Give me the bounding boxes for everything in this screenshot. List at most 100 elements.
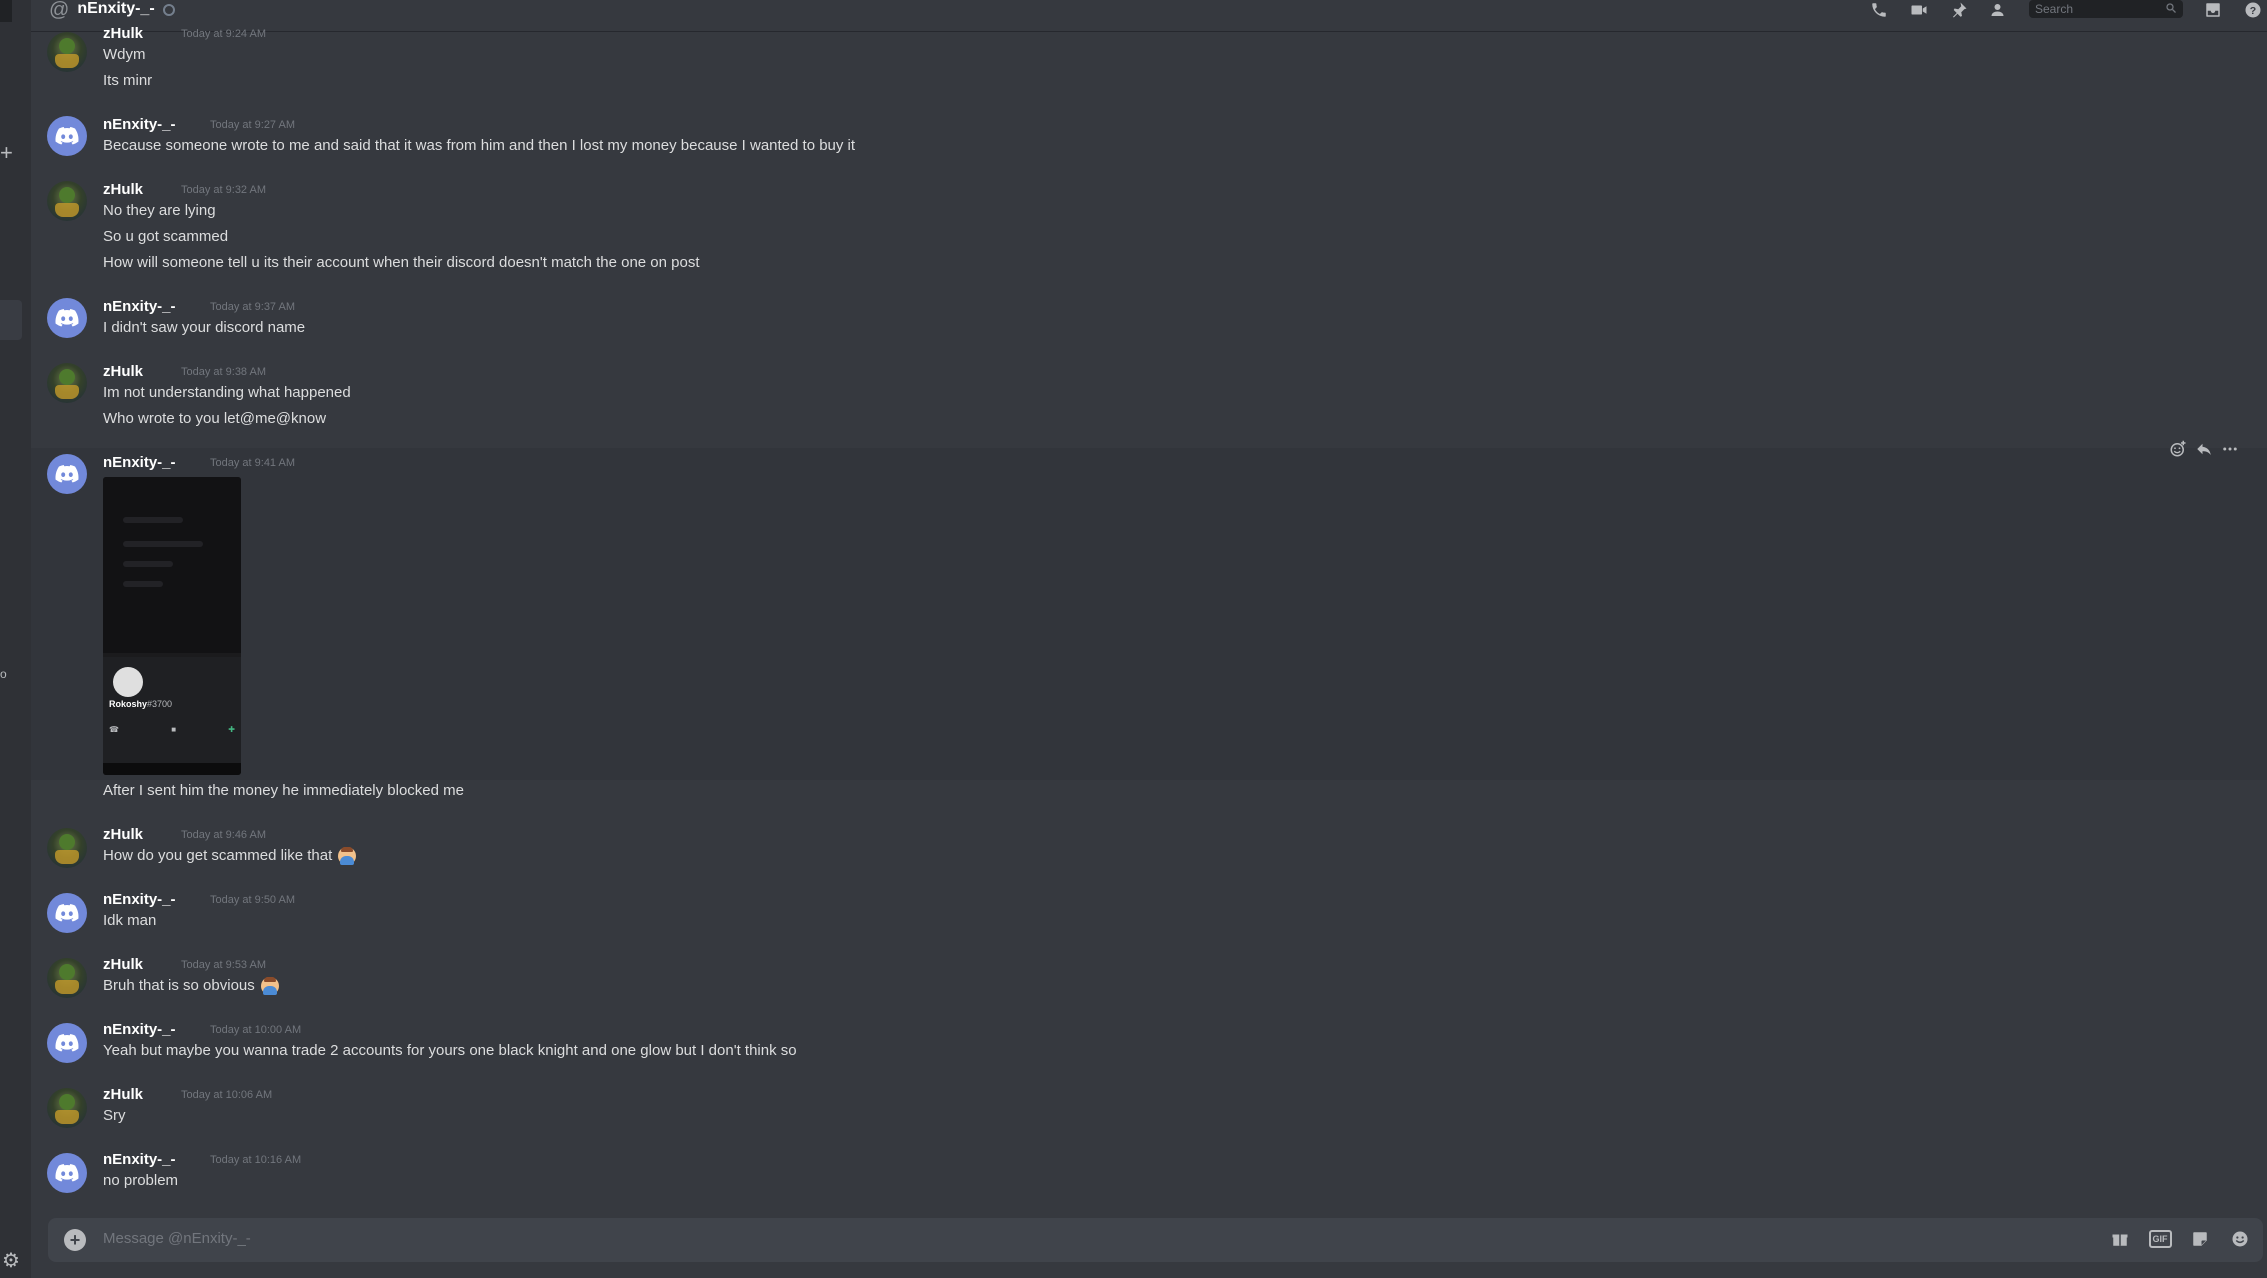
avatar[interactable] [47, 181, 87, 221]
message-author[interactable]: nEnxity-_- [103, 891, 176, 908]
message-author[interactable]: zHulk [103, 181, 143, 198]
search-icon [2165, 2, 2177, 17]
message-author[interactable]: zHulk [103, 956, 143, 973]
avatar[interactable] [47, 1088, 87, 1128]
profile-username: Rokoshy [109, 699, 148, 709]
screenshot-row [123, 541, 203, 547]
screenshot-row [123, 581, 163, 587]
avatar[interactable] [47, 32, 87, 72]
add-reaction-icon[interactable] [2168, 440, 2188, 457]
message-text: Bruh that is so obvious [103, 977, 279, 996]
message-author[interactable]: nEnxity-_- [103, 1021, 176, 1038]
reply-icon[interactable] [2194, 441, 2214, 457]
message-timestamp: Today at 9:37 AM [210, 301, 295, 313]
message-text: Idk man [103, 912, 157, 929]
avatar[interactable] [47, 454, 87, 494]
message-text-content: How do you get scammed like that [103, 847, 333, 864]
composer-tools: GIF [2109, 1228, 2251, 1250]
at-icon: @ [49, 0, 70, 21]
channel-title: nEnxity-_- [77, 0, 155, 17]
message-author[interactable]: nEnxity-_- [103, 454, 176, 471]
call-icon[interactable] [1869, 2, 1889, 18]
message-author[interactable]: nEnxity-_- [103, 1151, 176, 1168]
message-text: Because someone wrote to me and said tha… [103, 137, 856, 154]
gif-icon[interactable]: GIF [2148, 1228, 2172, 1250]
message-timestamp: Today at 9:32 AM [181, 184, 266, 196]
message-composer[interactable]: + Message @nEnxity-_- GIF [48, 1218, 2263, 1262]
profile-actions: ☎ ■ ✚ [109, 725, 235, 734]
message-text: Who wrote to you let@me@know [103, 410, 327, 427]
more-options-icon[interactable] [2220, 441, 2240, 457]
status-icon [162, 3, 175, 16]
selected-channel-indicator[interactable] [0, 300, 22, 340]
message-author[interactable]: zHulk [103, 826, 143, 843]
message-text-content: Bruh that is so obvious [103, 977, 255, 994]
svg-text:?: ? [2250, 5, 2256, 17]
message-timestamp: Today at 9:24 AM [181, 28, 266, 40]
discord-logo-icon [55, 1034, 79, 1052]
message-author[interactable]: zHulk [103, 1086, 143, 1103]
message-text: Wdym [103, 46, 146, 63]
message-text: No they are lying [103, 202, 216, 219]
avatar[interactable] [47, 1023, 87, 1063]
pin-icon[interactable] [1949, 2, 1969, 18]
avatar[interactable] [47, 363, 87, 403]
avatar[interactable] [47, 116, 87, 156]
discord-logo-icon [55, 309, 79, 327]
call-icon: ☎ [109, 725, 119, 734]
image-attachment[interactable]: Rokoshy#3700 ☎ ■ ✚ [103, 477, 241, 775]
video-call-icon: ■ [171, 725, 177, 734]
help-icon[interactable]: ? [2243, 2, 2263, 18]
add-friend-icon[interactable] [1989, 2, 2009, 18]
video-call-icon[interactable] [1909, 2, 1929, 18]
message-text: Im not understanding what happened [103, 384, 351, 401]
message-author[interactable]: nEnxity-_- [103, 298, 176, 315]
screenshot-row [123, 517, 183, 523]
rail-marker-icon: o [0, 667, 7, 681]
message-text: So u got scammed [103, 228, 229, 245]
avatar[interactable] [47, 893, 87, 933]
message-author[interactable]: nEnxity-_- [103, 116, 176, 133]
sticker-icon[interactable] [2189, 1228, 2211, 1250]
profile-name: Rokoshy#3700 [109, 699, 172, 709]
header-toolbar: Search ? [1869, 0, 2267, 20]
message-author[interactable]: zHulk [103, 363, 143, 380]
discord-logo-icon [55, 465, 79, 483]
message-text: no problem [103, 1172, 179, 1189]
message-actions-bar [2150, 436, 2246, 462]
avatar[interactable] [47, 298, 87, 338]
add-friend-icon: ✚ [228, 725, 235, 734]
screenshot-row [123, 561, 173, 567]
discord-logo-icon [55, 1164, 79, 1182]
search-placeholder: Search [2035, 2, 2074, 16]
gift-icon[interactable] [2109, 1228, 2131, 1250]
message-timestamp: Today at 9:50 AM [210, 894, 295, 906]
message-timestamp: Today at 10:06 AM [181, 1089, 273, 1101]
message-timestamp: Today at 10:16 AM [210, 1154, 302, 1166]
inbox-icon[interactable] [2203, 2, 2223, 18]
avatar[interactable] [47, 828, 87, 868]
facepalm-emoji-icon [260, 977, 279, 996]
message-author[interactable]: zHulk [103, 25, 143, 42]
profile-avatar [113, 667, 143, 697]
add-server-icon[interactable]: + [0, 140, 13, 166]
gear-icon[interactable]: ⚙ [2, 1248, 20, 1273]
message-text: After I sent him the money he immediatel… [103, 782, 464, 799]
message-timestamp: Today at 10:00 AM [210, 1024, 302, 1036]
message-timestamp: Today at 9:38 AM [181, 366, 266, 378]
upload-plus-icon[interactable]: + [64, 1229, 86, 1251]
discord-logo-icon [55, 127, 79, 145]
rail-top-segment [0, 0, 12, 22]
emoji-picker-icon[interactable] [2229, 1228, 2251, 1250]
message-timestamp: Today at 9:41 AM [210, 457, 295, 469]
channel-header: @ nEnxity-_- Search ? [31, 0, 2267, 31]
avatar[interactable] [47, 958, 87, 998]
avatar[interactable] [47, 1153, 87, 1193]
search-input[interactable]: Search [2029, 0, 2183, 18]
screenshot-navbar [103, 763, 241, 775]
message-input[interactable]: Message @nEnxity-_- [103, 1230, 251, 1247]
message-text: How do you get scammed like that [103, 847, 357, 866]
message-text: Its minr [103, 72, 153, 89]
message-text: How will someone tell u its their accoun… [103, 254, 700, 271]
hovered-message-highlight [31, 448, 2267, 780]
